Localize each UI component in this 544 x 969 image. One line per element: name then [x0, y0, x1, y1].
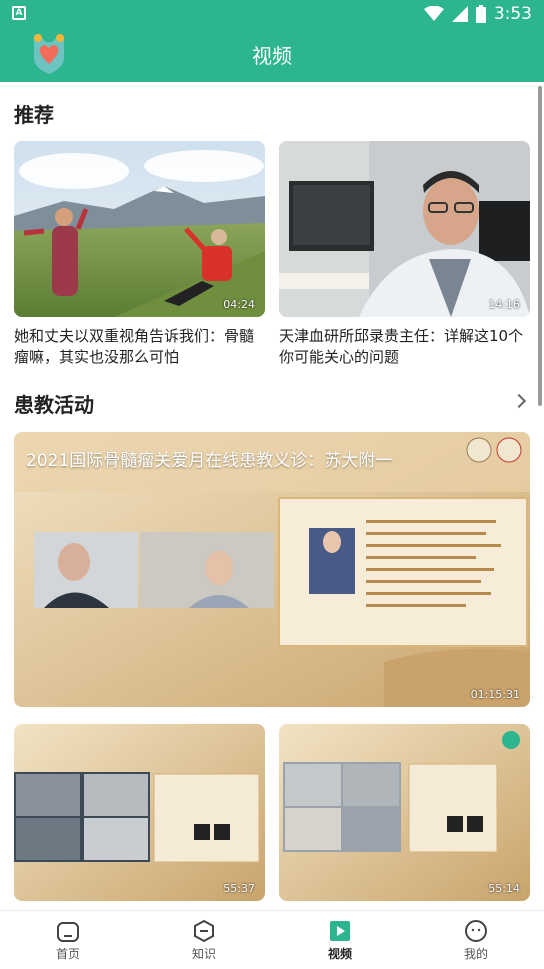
video-thumbnail[interactable]: 55:14 [279, 724, 530, 901]
play-video-icon [330, 921, 350, 941]
video-duration: 04:24 [223, 298, 255, 311]
video-title-line: 瘤嘛，其实也没那么可怕 [14, 348, 180, 366]
video-title-line: 你可能关心的问题 [279, 348, 400, 366]
video-title-line: 天津血研所邱录贵主任：详解这10个 [279, 327, 524, 345]
video-duration: 55:37 [223, 882, 255, 895]
section-title-recommend: 推荐 [14, 103, 54, 127]
video-title-line: 她和丈夫以双重视角告诉我们：骨髓 [14, 327, 255, 345]
home-icon [57, 922, 79, 942]
featured-video-thumbnail[interactable]: 2021国际骨髓瘤关爱月在线患教义诊：苏大附一 01:15:31 [14, 432, 530, 707]
tab-profile[interactable]: 我的 [408, 911, 544, 969]
landscape-photo [14, 141, 265, 317]
status-bar: A 3:53 [0, 0, 544, 28]
video-thumbnail[interactable]: 14:16 [279, 141, 530, 317]
tab-label: 我的 [463, 947, 488, 961]
video-duration: 55:14 [488, 882, 520, 895]
video-thumbnail[interactable]: 55:37 [14, 724, 265, 901]
signal-icon [451, 6, 468, 22]
tab-home[interactable]: 首页 [0, 911, 136, 969]
video-title[interactable]: 天津血研所邱录贵主任：详解这10个 你可能关心的问题 [279, 326, 531, 368]
status-time: 3:53 [493, 4, 532, 24]
webinar-screenshot [279, 724, 530, 901]
knowledge-icon [194, 919, 214, 943]
tab-label: 视频 [327, 947, 352, 961]
app-header: 视频 [0, 28, 544, 82]
video-duration: 01:15:31 [470, 688, 520, 701]
tab-label: 首页 [55, 947, 80, 961]
doctor-photo [279, 141, 530, 317]
webinar-screenshot [14, 432, 530, 707]
battery-icon [475, 5, 486, 23]
tab-video[interactable]: 视频 [272, 911, 408, 969]
video-duration: 14:16 [488, 298, 520, 311]
scrollbar[interactable] [538, 86, 542, 406]
chevron-right-icon[interactable] [511, 393, 527, 409]
tab-knowledge[interactable]: 知识 [136, 911, 272, 969]
wifi-icon [423, 6, 444, 21]
featured-video-title: 2021国际骨髓瘤关爱月在线患教义诊：苏大附一 [26, 451, 393, 471]
section-title-activities: 患教活动 [14, 393, 94, 417]
app-notification-icon: A [12, 6, 26, 20]
bottom-tab-bar: 首页 知识 视频 我的 [0, 910, 544, 969]
tab-label: 知识 [191, 947, 216, 961]
video-title[interactable]: 她和丈夫以双重视角告诉我们：骨髓 瘤嘛，其实也没那么可怕 [14, 326, 266, 368]
profile-face-icon [465, 920, 487, 942]
video-thumbnail[interactable]: 04:24 [14, 141, 265, 317]
webinar-screenshot [14, 724, 265, 901]
page-title: 视频 [252, 44, 292, 68]
